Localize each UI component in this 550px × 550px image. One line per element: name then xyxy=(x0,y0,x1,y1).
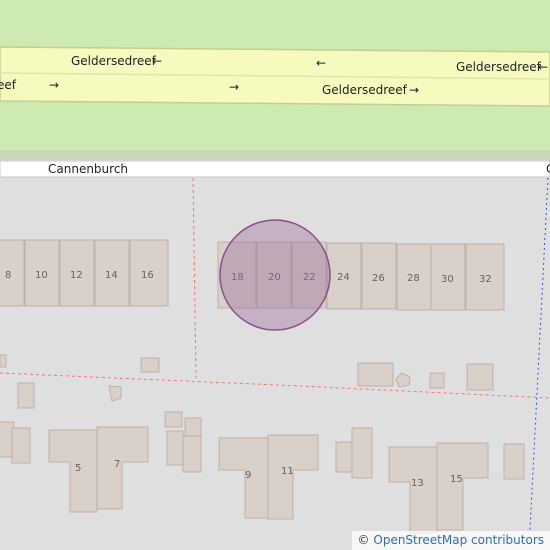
oneway-arrow-icon: → xyxy=(229,80,239,94)
street-label-geldersedreef: Geldersedreef xyxy=(71,54,157,68)
house-row-3 xyxy=(0,421,525,534)
house-number: 16 xyxy=(141,270,154,281)
map-attribution: © OpenStreetMap contributors xyxy=(351,531,550,550)
house-number: 30 xyxy=(441,274,454,285)
street-label-geldersedreef: eef xyxy=(0,78,17,92)
osm-contributors-link[interactable]: OpenStreetMap contributors xyxy=(373,533,544,547)
house-number: 32 xyxy=(479,274,492,285)
house-number: 28 xyxy=(407,273,420,284)
house-number: 26 xyxy=(372,273,385,284)
street-label-edge: C xyxy=(546,162,550,176)
house-number: 7 xyxy=(114,459,120,470)
house-number: 24 xyxy=(337,272,350,283)
house-number: 13 xyxy=(411,478,424,489)
house-number: 12 xyxy=(70,270,83,281)
house-number: 14 xyxy=(105,270,118,281)
footpath-line xyxy=(529,177,549,531)
house-number: 15 xyxy=(450,474,463,485)
house-number: 9 xyxy=(245,470,251,481)
house-number: 8 xyxy=(5,270,11,281)
street-label-geldersedreef: Geldersedreef xyxy=(322,83,408,97)
street-label-cannenburch: Cannenburch xyxy=(48,162,128,176)
copyright-symbol: © xyxy=(357,533,370,547)
street-label-geldersedreef: Geldersedreef xyxy=(456,60,542,74)
location-highlight-circle xyxy=(219,219,331,331)
grass-edge xyxy=(0,150,550,160)
oneway-arrow-icon: ← xyxy=(316,56,326,70)
house-number: 11 xyxy=(281,466,294,477)
oneway-arrow-icon: → xyxy=(49,78,59,92)
oneway-arrow-icon: → xyxy=(409,83,419,97)
oneway-arrow-icon: ← xyxy=(152,54,162,68)
house-number: 10 xyxy=(35,270,48,281)
map-canvas[interactable]: 8 10 12 14 16 18 20 22 24 26 28 30 32 5 … xyxy=(0,0,550,550)
house-number: 5 xyxy=(75,463,81,474)
sheds xyxy=(0,354,494,437)
boundary-vertical xyxy=(192,177,197,379)
oneway-arrow-icon: ← xyxy=(538,60,548,74)
